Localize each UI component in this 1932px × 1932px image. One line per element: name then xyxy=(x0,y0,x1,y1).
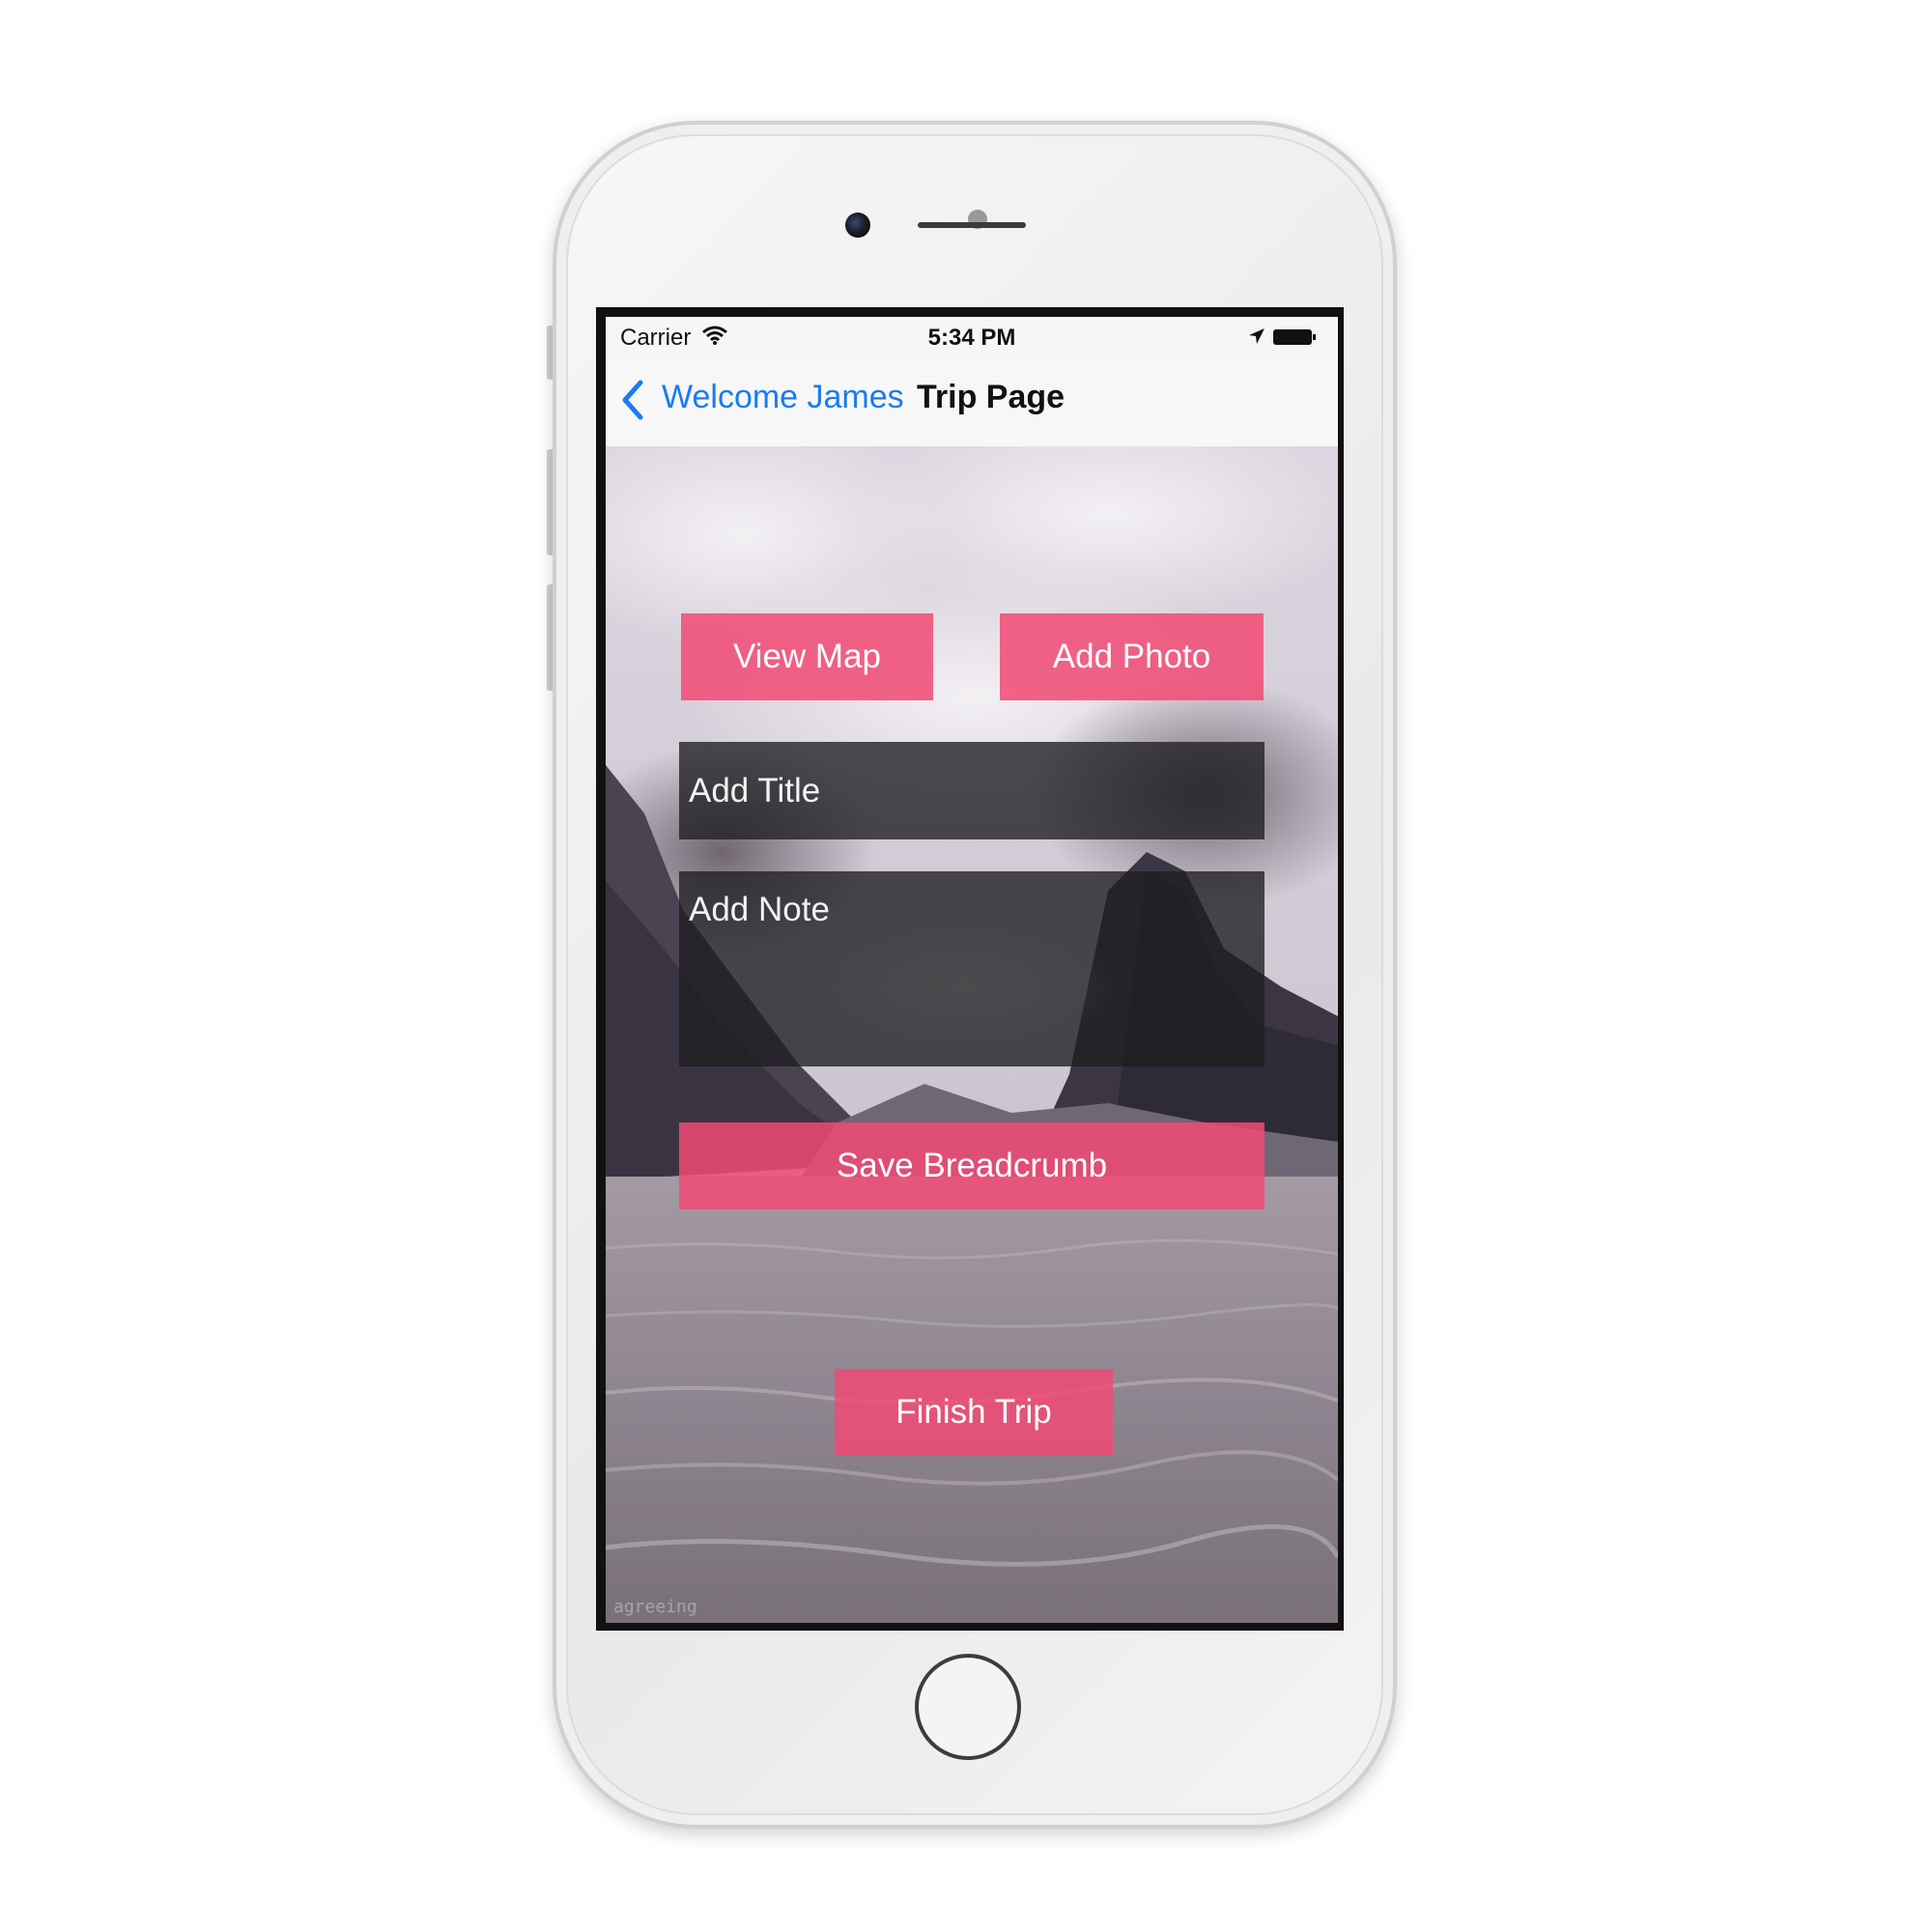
back-button[interactable]: Welcome James xyxy=(662,379,904,416)
location-arrow-icon xyxy=(1249,328,1264,344)
save-breadcrumb-button[interactable]: Save Breadcrumb xyxy=(679,1122,1264,1209)
status-bar: Carrier 5:34 PM xyxy=(606,317,1338,355)
note-field[interactable]: Add Note xyxy=(679,871,1264,1066)
title-field[interactable] xyxy=(679,742,1264,839)
status-time: 5:34 PM xyxy=(927,325,1016,351)
add-photo-button[interactable]: Add Photo xyxy=(1000,613,1264,700)
battery-icon xyxy=(1273,329,1316,345)
screen: Carrier 5:34 PM Welcome James Trip Page xyxy=(606,317,1338,1623)
front-camera xyxy=(845,213,870,238)
home-button[interactable] xyxy=(915,1654,1021,1760)
image-watermark: agreeing xyxy=(613,1597,697,1617)
note-placeholder: Add Note xyxy=(689,891,830,928)
chevron-left-icon[interactable] xyxy=(619,379,646,421)
finish-trip-button[interactable]: Finish Trip xyxy=(835,1369,1113,1456)
navigation-bar: Welcome James Trip Page xyxy=(606,355,1338,447)
view-map-button[interactable]: View Map xyxy=(681,613,933,700)
page-title: Trip Page xyxy=(917,379,1065,415)
earpiece-speaker xyxy=(918,222,1026,228)
trip-content: View Map Add Photo Add Note Save Breadcr… xyxy=(606,446,1338,1623)
